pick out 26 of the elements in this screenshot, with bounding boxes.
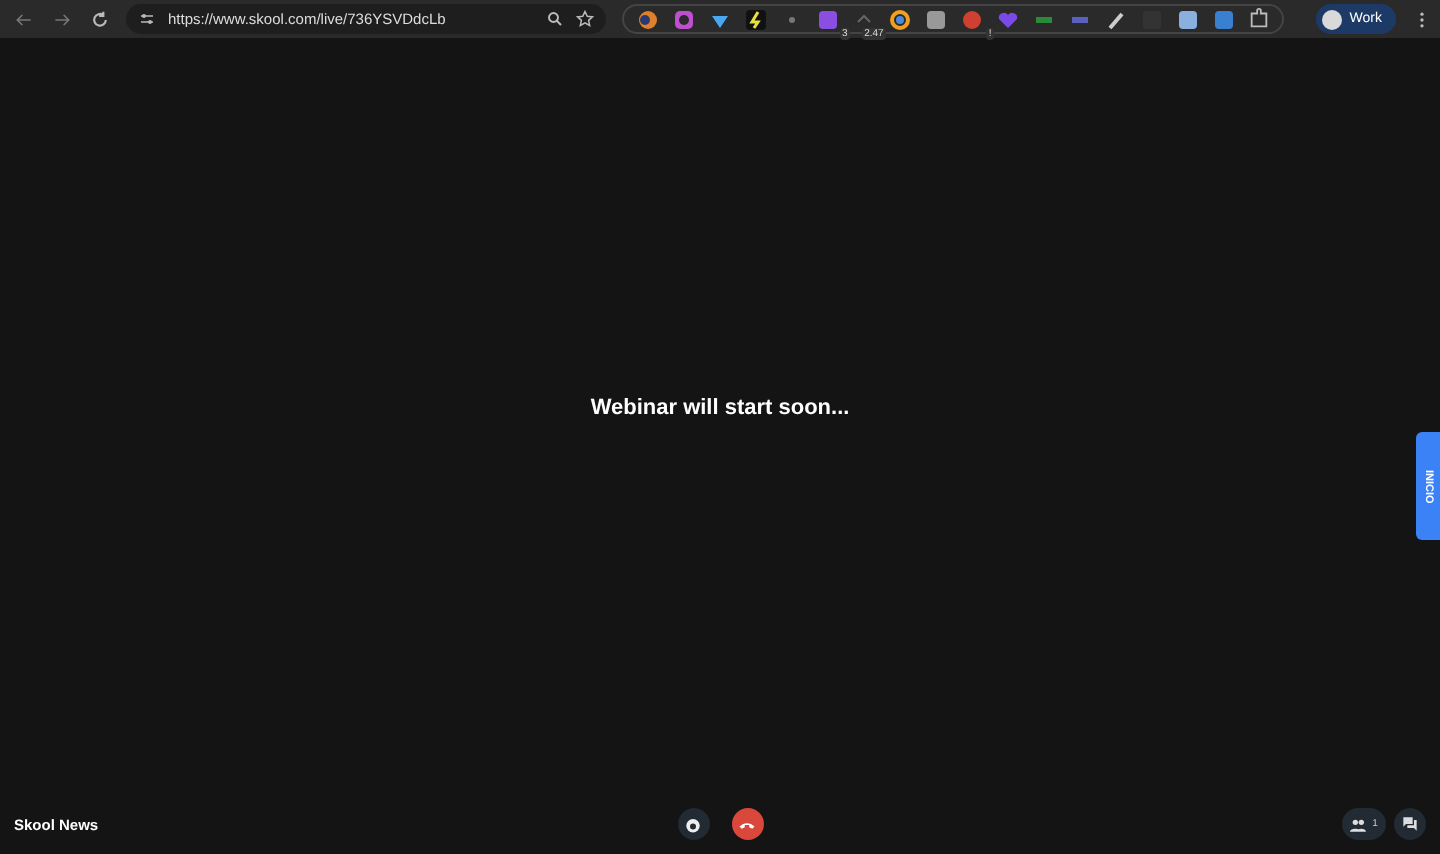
extension-circle-icon[interactable] [959,7,984,31]
extension-bolt-icon[interactable] [743,7,768,31]
extension-pen-icon[interactable] [1103,7,1128,31]
reload-icon[interactable] [90,9,110,29]
extension-square-icon[interactable] [1211,7,1236,31]
extension-square-icon[interactable] [815,7,840,31]
status-message: Webinar will start soon... [590,396,850,420]
extension-square-icon[interactable] [1175,7,1200,31]
chat-button[interactable] [1394,808,1426,840]
back-icon[interactable] [14,9,34,29]
leave-call-button[interactable] [731,808,763,840]
site-settings-icon[interactable] [138,10,156,28]
extension-circle-icon[interactable] [635,7,660,31]
people-icon [1350,817,1367,831]
forward-icon[interactable] [52,9,72,29]
emoji-icon [684,815,702,833]
avatar-icon [1321,9,1342,29]
bookmark-star-icon[interactable] [575,10,594,28]
extension-ring-icon[interactable] [671,7,696,31]
chat-icon [1402,816,1418,832]
extension-square-icon[interactable] [923,7,948,31]
reaction-button[interactable] [677,808,709,840]
extension-ring-icon[interactable] [887,7,912,31]
extension-heart-icon[interactable] [995,7,1020,31]
extensions-puzzle-icon[interactable] [1247,8,1270,30]
zoom-icon[interactable] [545,10,564,28]
